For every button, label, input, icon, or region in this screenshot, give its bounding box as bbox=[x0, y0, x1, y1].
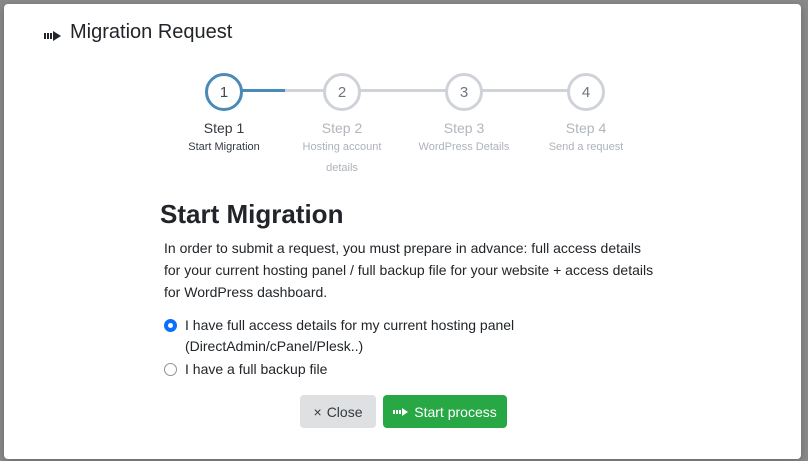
step-3: 3 Step 3 WordPress Details bbox=[404, 73, 524, 158]
arrow-right-icon bbox=[44, 26, 62, 41]
step-subtitle: Start Migration bbox=[188, 141, 260, 153]
step-circle: 3 bbox=[445, 73, 483, 111]
start-process-label: Start process bbox=[414, 403, 497, 420]
step-circle: 1 bbox=[205, 73, 243, 111]
content-heading: Start Migration bbox=[160, 199, 344, 229]
modal-title: Migration Request bbox=[70, 21, 233, 43]
modal-header: Migration Request bbox=[44, 21, 232, 44]
content-description: In order to submit a request, you must p… bbox=[164, 240, 654, 300]
step-title: Step 2 bbox=[321, 120, 363, 136]
step-subtitle: Hosting account details bbox=[302, 141, 382, 174]
step-title: Step 3 bbox=[443, 120, 485, 136]
step-4: 4 Step 4 Send a request bbox=[526, 73, 646, 158]
option-label: I have a full backup file bbox=[185, 361, 328, 377]
step-circle: 4 bbox=[567, 73, 605, 111]
close-button[interactable]: × Close bbox=[300, 395, 376, 428]
close-button-label: Close bbox=[326, 403, 363, 420]
radio-backup-file[interactable] bbox=[164, 363, 177, 376]
start-process-button[interactable]: Start process bbox=[383, 395, 507, 428]
step-2: 2 Step 2 Hosting account details bbox=[282, 73, 402, 179]
option-hosting-panel[interactable]: I have full access details for my curren… bbox=[164, 315, 660, 357]
step-1: 1 Step 1 Start Migration bbox=[164, 73, 284, 158]
step-circle: 2 bbox=[323, 73, 361, 111]
option-backup-file[interactable]: I have a full backup file bbox=[164, 359, 660, 380]
arrow-right-icon bbox=[393, 404, 409, 420]
option-label: I have full access details for my curren… bbox=[185, 317, 515, 354]
step-subtitle: Send a request bbox=[548, 141, 624, 153]
step-content: Start Migration In order to submit a req… bbox=[160, 198, 660, 380]
step-title: Step 1 bbox=[203, 120, 245, 136]
close-icon: × bbox=[313, 403, 322, 420]
radio-hosting-panel[interactable] bbox=[164, 319, 177, 332]
step-subtitle: WordPress Details bbox=[418, 141, 510, 153]
step-title: Step 4 bbox=[565, 120, 607, 136]
